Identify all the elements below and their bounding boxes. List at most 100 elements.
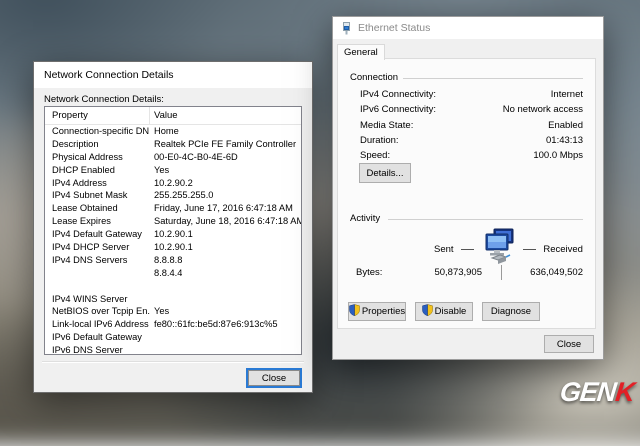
details-list-row[interactable]: IPv4 DHCP Server10.2.90.1 [45, 241, 301, 254]
ethernet-status-dialog: Ethernet Status × General Connection IPv… [332, 16, 604, 360]
row-label: IPv6 Connectivity: [360, 104, 436, 119]
row-label: Description [45, 138, 150, 151]
details-dialog-title: Network Connection Details [44, 69, 174, 81]
row-value: 100.0 Mbps [533, 150, 583, 165]
row-value: Home [150, 125, 179, 138]
row-label: Lease Expires [45, 215, 150, 228]
row-label: IPv4 WINS Server [45, 293, 150, 306]
details-list-row[interactable]: DescriptionRealtek PCIe FE Family Contro… [45, 138, 301, 151]
row-value [150, 280, 154, 293]
group-line [400, 78, 583, 79]
details-list-label: Network Connection Details: [44, 94, 164, 105]
details-list-row[interactable]: IPv6 DNS Server [45, 344, 301, 355]
connection-row: IPv6 Connectivity: No network access [360, 104, 583, 119]
dash-line [523, 249, 536, 250]
activity-group-label: Activity [350, 213, 385, 224]
details-close-button[interactable]: Close [246, 368, 302, 388]
row-label: IPv4 Address [45, 177, 150, 190]
row-value: Enabled [548, 120, 583, 135]
row-value: 01:43:13 [546, 135, 583, 150]
row-value: fe80::61fc:be5d:87e6:913c%5 [150, 318, 278, 331]
bytes-sent-value: 50,873,905 [434, 267, 482, 278]
column-header-property[interactable]: Property [45, 107, 150, 124]
status-close-button[interactable]: Close [544, 335, 594, 353]
disable-button[interactable]: Disable [415, 302, 473, 321]
details-list-rows: Connection-specific DN...HomeDescription… [45, 125, 301, 355]
row-label: IPv6 DNS Server [45, 344, 150, 355]
genk-logo-k: K [614, 377, 636, 407]
received-label: Received [543, 244, 583, 255]
connection-row: Duration: 01:43:13 [360, 135, 583, 150]
row-value: 10.2.90.2 [150, 177, 193, 190]
row-label: IPv4 Default Gateway [45, 228, 150, 241]
tab-general[interactable]: General [337, 44, 385, 60]
details-list-row[interactable]: IPv4 Address10.2.90.2 [45, 177, 301, 190]
details-listview[interactable]: Property Value Connection-specific DN...… [44, 106, 302, 355]
ethernet-adapter-icon [341, 22, 352, 35]
row-label: IPv4 DHCP Server [45, 241, 150, 254]
row-label: IPv4 Subnet Mask [45, 189, 150, 202]
details-list-row[interactable]: IPv4 Subnet Mask255.255.255.0 [45, 189, 301, 202]
uac-shield-icon [349, 304, 360, 319]
bytes-row: Bytes: 50,873,905 636,049,502 [338, 265, 595, 281]
diagnose-button[interactable]: Diagnose [482, 302, 540, 321]
row-label: IPv4 Connectivity: [360, 89, 436, 104]
details-list-row[interactable]: Link-local IPv6 Addressfe80::61fc:be5d:8… [45, 318, 301, 331]
details-list-header: Property Value [45, 107, 301, 125]
details-list-row[interactable]: Physical Address00-E0-4C-B0-4E-6D [45, 151, 301, 164]
row-label: IPv6 Default Gateway [45, 331, 150, 344]
details-list-row[interactable]: 8.8.4.4 [45, 267, 301, 280]
status-dialog-title: Ethernet Status [358, 22, 430, 34]
bytes-label: Bytes: [356, 267, 382, 278]
divider [42, 361, 304, 363]
details-list-row[interactable]: IPv4 Default Gateway10.2.90.1 [45, 228, 301, 241]
row-label: DHCP Enabled [45, 164, 150, 177]
row-value: 10.2.90.1 [150, 228, 193, 241]
row-value: Realtek PCIe FE Family Controller [150, 138, 296, 151]
row-label: Duration: [360, 135, 399, 150]
row-value [150, 331, 154, 344]
details-list-row[interactable]: IPv4 WINS Server [45, 293, 301, 306]
connection-row: Media State: Enabled [360, 120, 583, 135]
sent-label: Sent [434, 244, 454, 255]
properties-button-label: Properties [362, 306, 405, 317]
details-list-row[interactable]: IPv4 DNS Servers8.8.8.8 [45, 254, 301, 267]
column-header-value[interactable]: Value [150, 110, 178, 121]
row-value: No network access [503, 104, 583, 119]
genk-logo-gen: GEN [558, 377, 617, 407]
details-button[interactable]: Details... [359, 163, 411, 183]
vertical-divider [501, 265, 502, 280]
row-value: Internet [551, 89, 583, 104]
row-label: Lease Obtained [45, 202, 150, 215]
row-value: Saturday, June 18, 2016 6:47:18 AM [150, 215, 301, 228]
row-label [45, 267, 150, 280]
row-value: 8.8.8.8 [150, 254, 182, 267]
row-label: Media State: [360, 120, 413, 135]
details-list-row[interactable]: Lease ExpiresSaturday, June 18, 2016 6:4… [45, 215, 301, 228]
row-label: Link-local IPv6 Address [45, 318, 150, 331]
row-label: IPv4 DNS Servers [45, 254, 150, 267]
details-list-row[interactable]: Lease ObtainedFriday, June 17, 2016 6:47… [45, 202, 301, 215]
details-list-row[interactable]: NetBIOS over Tcpip En...Yes [45, 305, 301, 318]
network-connection-details-dialog: Network Connection Details × Network Con… [33, 61, 313, 393]
properties-button[interactable]: Properties [348, 302, 406, 321]
dash-line [461, 249, 474, 250]
status-titlebar[interactable]: Ethernet Status [333, 17, 603, 39]
details-list-row[interactable] [45, 280, 301, 293]
details-list-row[interactable]: IPv6 Default Gateway [45, 331, 301, 344]
bytes-received-value: 636,049,502 [530, 267, 583, 278]
row-value: 00-E0-4C-B0-4E-6D [150, 151, 238, 164]
details-titlebar[interactable]: Network Connection Details [34, 62, 312, 88]
general-tab-page: Connection IPv4 Connectivity:InternetIPv… [337, 58, 596, 329]
details-list-row[interactable]: Connection-specific DN...Home [45, 125, 301, 138]
details-list-row[interactable]: DHCP EnabledYes [45, 164, 301, 177]
row-value: 10.2.90.1 [150, 241, 193, 254]
row-value [150, 293, 154, 306]
uac-shield-icon [422, 304, 433, 319]
group-line [388, 219, 583, 220]
row-value: 8.8.4.4 [150, 267, 182, 280]
row-label: Physical Address [45, 151, 150, 164]
connection-group-label: Connection [350, 72, 403, 83]
row-value [150, 344, 154, 355]
row-value: Yes [150, 305, 169, 318]
